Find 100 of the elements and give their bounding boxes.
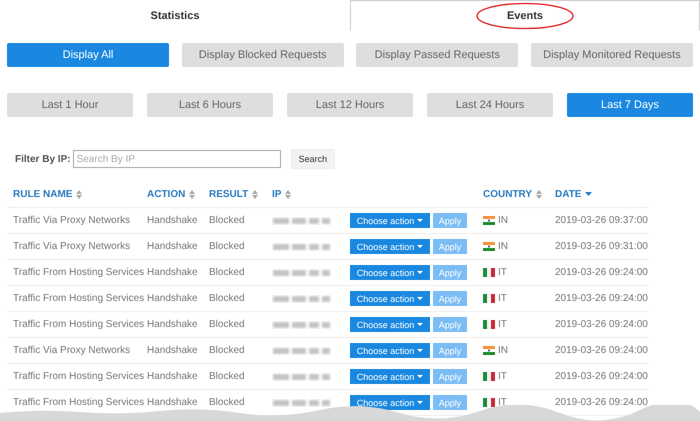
table-cell-text: Blocked [208,371,246,382]
ip-search-field[interactable]: Search By IP [72,150,281,168]
table-cell-text: Handshake [146,215,199,226]
table-cell: IN [498,345,508,356]
table-cell-text: Traffic From Hosting Services [12,371,142,382]
choose-action-dropdown[interactable]: Choose action [350,317,430,332]
period-button[interactable]: Last 7 Days [567,93,693,117]
choose-action-dropdown[interactable]: Choose action [350,291,430,306]
table-cell-text: Blocked [208,241,246,252]
caret-icon [417,271,424,274]
table-cell-text: Traffic From Hosting Services [12,293,142,304]
apply-button[interactable]: Apply [433,291,467,306]
apply-button[interactable]: Apply [433,395,467,410]
period-button[interactable]: Last 24 Hours [427,93,553,117]
table-cell-text: 2019-03-26 09:24:00 [554,345,648,356]
apply-button[interactable]: Apply [433,265,467,280]
caret-icon [417,297,424,300]
apply-button[interactable]: Apply [433,343,467,358]
table-cell: IT [498,319,507,330]
filter-button[interactable]: Display Monitored Requests [530,43,693,67]
choose-action-dropdown[interactable]: Choose action [350,213,430,228]
column-header[interactable]: ACTION [147,188,186,200]
flag-icon [483,320,495,329]
caret-icon [417,375,424,378]
table-cell-text: Blocked [208,345,246,356]
table-cell-text: Traffic From Hosting Services [12,319,142,330]
choose-action-dropdown[interactable]: Choose action [350,369,430,384]
sort-descending-icon[interactable] [585,192,592,196]
apply-button[interactable]: Apply [433,317,467,332]
period-button[interactable]: Last 12 Hours [287,93,413,117]
table-cell-text: Traffic Via Proxy Networks [12,215,132,226]
flag-icon [483,346,495,355]
choose-action-dropdown[interactable]: Choose action [350,239,430,254]
blurred-ip [272,294,332,302]
sort-icon[interactable] [76,190,82,198]
table-cell: IN [498,215,508,226]
apply-button[interactable]: Apply [433,369,467,384]
table-cell-text: Traffic From Hosting Services [12,397,142,408]
sort-icon[interactable] [536,190,542,198]
apply-button[interactable]: Apply [433,239,467,254]
caret-icon [417,219,424,222]
column-header[interactable]: DATE [555,188,582,200]
table-cell-text: Handshake [146,293,199,304]
table-cell-text: 2019-03-26 09:37:00 [554,215,648,226]
flag-icon [483,268,495,277]
table-cell-text: 2019-03-26 09:31:00 [554,241,648,252]
table-cell-text: Blocked [208,215,246,226]
search-button[interactable]: Search [290,149,336,169]
blurred-ip [272,268,332,276]
filter-button[interactable]: Display Blocked Requests [182,43,344,67]
table-cell: IT [498,267,507,278]
table-cell-text: 2019-03-26 09:24:00 [554,319,648,330]
sort-icon[interactable] [285,190,292,198]
caret-icon [417,349,424,352]
table-cell-text: 2019-03-26 09:24:00 [554,397,648,408]
sort-icon[interactable] [189,190,196,198]
blurred-ip [272,372,332,380]
flag-icon [483,398,495,407]
blurred-ip [272,320,332,328]
period-button[interactable]: Last 1 Hour [7,93,133,117]
table-cell-text: 2019-03-26 09:24:00 [554,267,648,278]
blurred-ip [272,398,332,406]
table-cell-text: 2019-03-26 09:24:00 [554,293,648,304]
flag-icon [483,216,495,225]
table-cell-text: Handshake [146,319,199,330]
choose-action-dropdown[interactable]: Choose action [350,265,430,280]
column-header[interactable]: IP [272,188,282,200]
table-cell-text: 2019-03-26 09:24:00 [554,371,648,382]
column-header[interactable]: RULE NAME [13,188,72,200]
table-cell-text: Handshake [146,397,199,408]
filter-label: Filter By IP: [15,154,71,164]
flag-icon [483,242,495,251]
blurred-ip [272,346,332,354]
choose-action-dropdown[interactable]: Choose action [350,343,430,358]
caret-icon [417,245,424,248]
flag-icon [483,294,495,303]
table-cell-text: Blocked [208,293,246,304]
choose-action-dropdown[interactable]: Choose action [350,395,430,410]
flag-icon [483,372,495,381]
table-cell-text: Traffic Via Proxy Networks [12,345,132,356]
filter-button[interactable]: Display Passed Requests [356,43,518,67]
table-cell-text: Blocked [208,319,246,330]
apply-button[interactable]: Apply [433,213,467,228]
period-button[interactable]: Last 6 Hours [147,93,273,117]
caret-icon [417,323,424,326]
blurred-ip [272,216,332,224]
table-cell-text: Blocked [208,397,246,408]
column-header[interactable]: COUNTRY [483,188,532,200]
table-cell-text: Handshake [146,241,199,252]
table-cell: IN [498,241,508,252]
tab[interactable]: Events [350,0,700,31]
table-cell-text: Handshake [146,345,199,356]
sort-icon[interactable] [252,190,258,198]
table-cell-text: Traffic From Hosting Services [12,267,142,278]
table-cell-text: Handshake [146,267,199,278]
table-cell: IT [498,397,507,408]
filter-button[interactable]: Display All [7,43,169,67]
column-header[interactable]: RESULT [209,188,248,200]
table-cell-text: Handshake [146,371,199,382]
table-cell: IT [498,371,507,382]
